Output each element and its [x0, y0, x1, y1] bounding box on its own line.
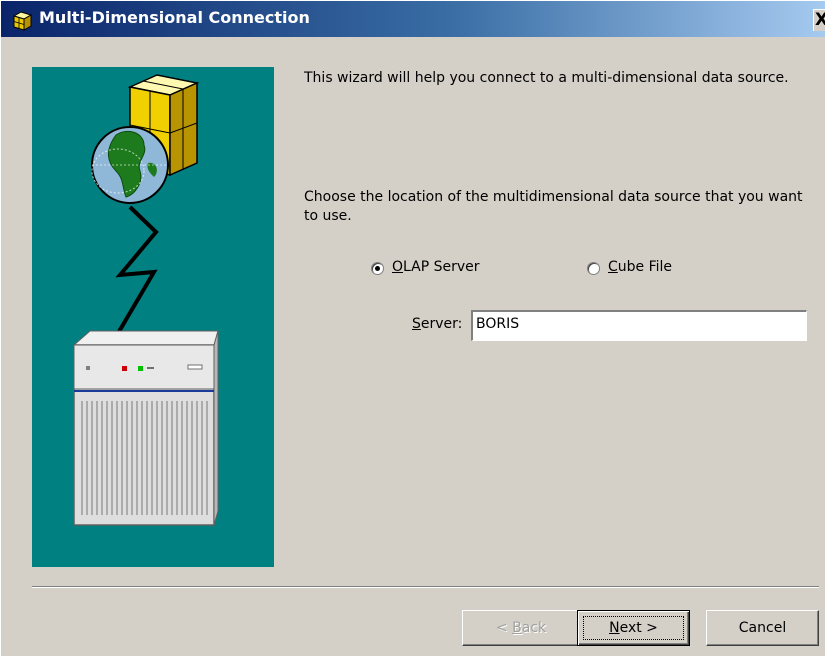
- cube-file-accelerator: C: [608, 259, 618, 275]
- olap-server-label[interactable]: OLAP Server: [392, 259, 480, 275]
- window-title: Multi-Dimensional Connection: [39, 8, 310, 27]
- back-prefix: <: [495, 620, 513, 636]
- server-label-text: erver:: [420, 316, 463, 332]
- server-input[interactable]: BORIS: [471, 310, 807, 341]
- next-button[interactable]: Next >: [577, 610, 690, 646]
- wizard-illustration: [32, 67, 274, 567]
- focus-rectangle: [583, 616, 684, 640]
- server-icon: [72, 330, 219, 526]
- olap-server-radio[interactable]: [371, 262, 384, 275]
- title-bar[interactable]: Multi-Dimensional Connection X: [1, 1, 825, 37]
- back-button[interactable]: < Back: [462, 610, 580, 646]
- olap-server-label-text: LAP Server: [403, 259, 480, 275]
- cancel-button[interactable]: Cancel: [706, 610, 819, 646]
- back-label: ack: [521, 620, 547, 636]
- globe-icon: [91, 126, 169, 204]
- cube-file-radio[interactable]: [587, 262, 600, 275]
- radio-selected-dot: [375, 266, 380, 271]
- server-label: Server:: [412, 316, 462, 332]
- back-accelerator: B: [512, 620, 522, 636]
- server-label-accelerator: S: [412, 316, 421, 332]
- button-separator: [32, 586, 819, 588]
- olap-server-accelerator: O: [392, 259, 404, 275]
- cube-icon: [11, 9, 33, 31]
- cube-file-label[interactable]: Cube File: [608, 259, 672, 275]
- wizard-dialog: Multi-Dimensional Connection X: [0, 0, 825, 656]
- cube-file-label-text: ube File: [617, 259, 673, 275]
- close-icon: X: [815, 10, 825, 30]
- intro-text: This wizard will help you connect to a m…: [304, 70, 789, 86]
- location-prompt: Choose the location of the multidimensio…: [304, 189, 803, 224]
- close-button[interactable]: X: [813, 9, 825, 31]
